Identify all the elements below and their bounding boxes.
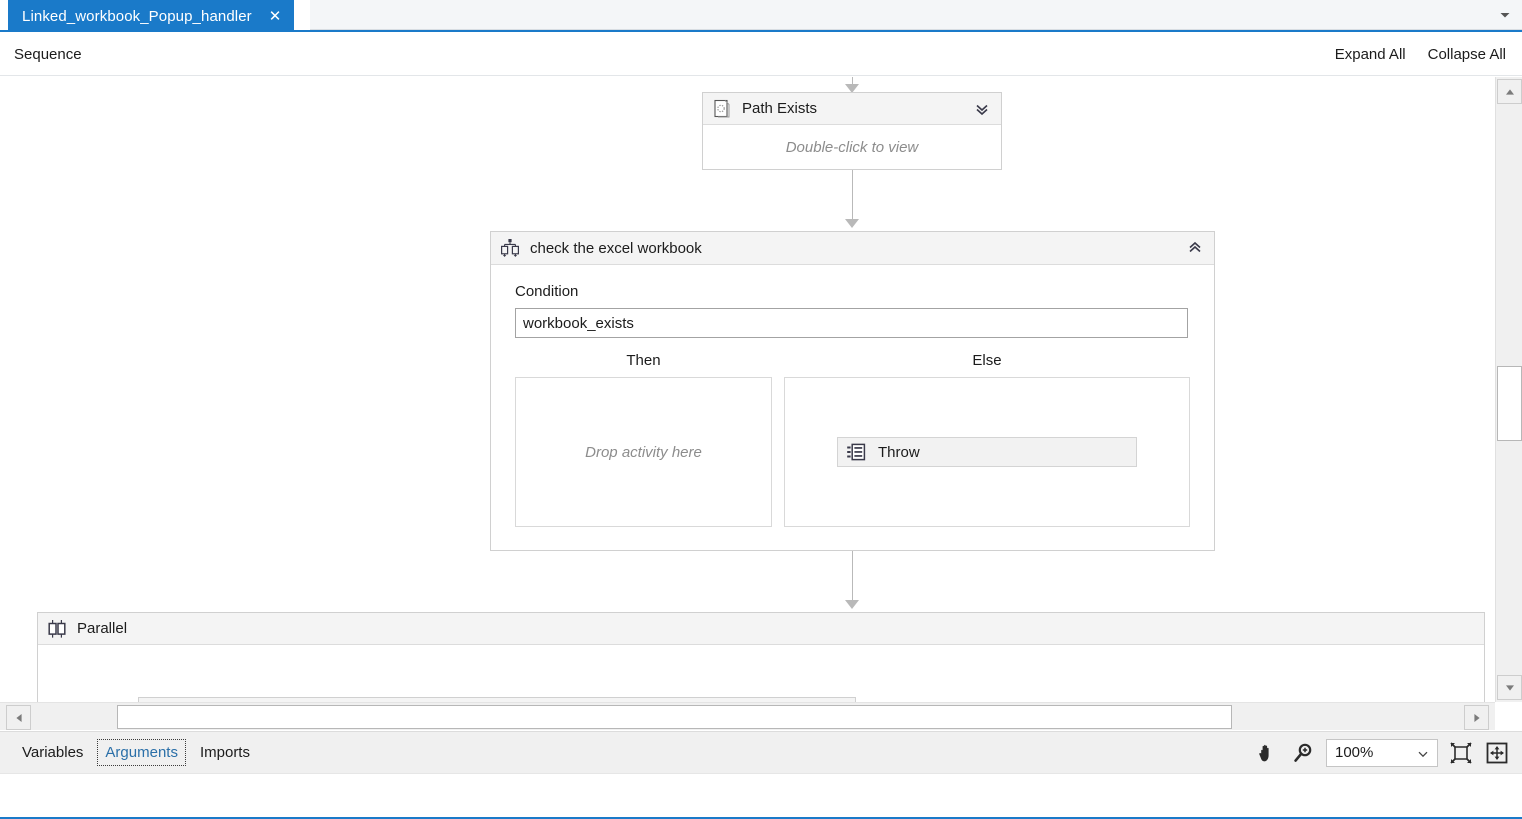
if-activity-title: check the excel workbook (530, 239, 702, 257)
parallel-title: Parallel (77, 620, 128, 637)
breadcrumb[interactable]: Sequence (14, 46, 82, 63)
tab-strip-rail (310, 0, 1522, 30)
zoom-level-select[interactable]: 100% (1326, 738, 1438, 767)
parallel-bars-icon (47, 619, 67, 639)
tab-variables[interactable]: Variables (14, 739, 91, 766)
activity-parallel[interactable]: Parallel Sequence (37, 612, 1485, 702)
tab-linked-workbook-popup-handler[interactable]: Linked_workbook_Popup_handler ✕ (8, 0, 295, 32)
connector-arrow-if (845, 219, 859, 228)
file-document-icon (712, 99, 732, 119)
connector-arrow-parallel (845, 600, 859, 609)
triangle-down-icon (1505, 684, 1514, 691)
then-label: Then (626, 352, 661, 369)
expand-all-button[interactable]: Expand All (1335, 46, 1406, 63)
if-branch-icon (500, 238, 520, 258)
panel-tabs: Variables Arguments Imports (14, 739, 258, 766)
scroll-down-button[interactable] (1497, 675, 1522, 700)
uipath-designer-window: Linked_workbook_Popup_handler ✕ Sequence… (0, 0, 1522, 819)
activity-throw[interactable]: Throw (837, 437, 1137, 467)
path-exists-body[interactable]: Double-click to view (703, 125, 1001, 170)
chevron-down-icon[interactable] (1417, 747, 1429, 759)
breadcrumb-bar: Sequence Expand All Collapse All (0, 34, 1522, 76)
connector-pathexists-to-if (852, 170, 853, 223)
else-branch: Else Throw (784, 352, 1190, 527)
condition-input[interactable] (515, 308, 1188, 338)
else-label: Else (972, 352, 1002, 369)
designer-bottom-bar: Variables Arguments Imports 100% (0, 731, 1522, 773)
else-drop-zone[interactable]: Throw (784, 377, 1190, 527)
if-activity-header[interactable]: check the excel workbook (491, 232, 1214, 265)
activity-path-exists[interactable]: Path Exists Double-click to view (702, 92, 1002, 170)
tab-imports[interactable]: Imports (192, 739, 258, 766)
if-branches: Then Drop activity here Else Throw (515, 352, 1190, 527)
zoom-toolbar: 100% (1254, 738, 1510, 767)
triangle-left-icon (15, 713, 22, 722)
workflow-canvas[interactable]: Path Exists Double-click to view check t… (0, 77, 1495, 702)
magnifier-plus-icon[interactable] (1290, 740, 1316, 766)
scroll-left-button[interactable] (6, 705, 31, 730)
triangle-up-icon (1505, 88, 1514, 95)
footer-strip (0, 773, 1522, 819)
connector-if-to-parallel (852, 551, 853, 604)
path-exists-hint: Double-click to view (785, 139, 919, 156)
then-branch: Then Drop activity here (515, 352, 772, 527)
tab-arguments[interactable]: Arguments (97, 739, 186, 766)
chevron-double-down-icon[interactable] (971, 98, 993, 120)
parallel-header[interactable]: Parallel (38, 613, 1484, 645)
canvas-horizontal-scrollbar[interactable] (0, 702, 1495, 730)
then-drop-hint: Drop activity here (585, 443, 702, 461)
path-exists-header[interactable]: Path Exists (703, 93, 1001, 125)
path-exists-title: Path Exists (742, 100, 818, 117)
scroll-up-button[interactable] (1497, 79, 1522, 104)
horizontal-scroll-thumb[interactable] (117, 705, 1232, 729)
chevron-down-icon[interactable] (1498, 8, 1512, 22)
vertical-scroll-thumb[interactable] (1497, 366, 1522, 441)
then-drop-zone[interactable]: Drop activity here (515, 377, 772, 527)
chevron-double-up-icon[interactable] (1184, 237, 1206, 259)
hand-icon[interactable] (1254, 740, 1280, 766)
overview-pan-icon[interactable] (1484, 740, 1510, 766)
parallel-body: Sequence (38, 645, 1484, 702)
breadcrumb-actions: Expand All Collapse All (1335, 46, 1506, 63)
fit-to-screen-icon[interactable] (1448, 740, 1474, 766)
throw-title: Throw (878, 443, 920, 461)
throw-list-icon (846, 442, 866, 462)
tab-strip: Linked_workbook_Popup_handler ✕ (0, 0, 1522, 32)
zoom-level-value: 100% (1335, 744, 1374, 761)
condition-label: Condition (515, 283, 579, 300)
collapse-all-button[interactable]: Collapse All (1428, 46, 1506, 63)
canvas-vertical-scrollbar[interactable] (1495, 77, 1522, 702)
tab-title: Linked_workbook_Popup_handler (22, 7, 252, 25)
triangle-right-icon (1473, 713, 1480, 722)
close-icon[interactable]: ✕ (266, 7, 285, 26)
activity-if-check-excel-workbook[interactable]: check the excel workbook Condition Then … (490, 231, 1215, 551)
scroll-right-button[interactable] (1464, 705, 1489, 730)
if-activity-body: Condition Then Drop activity here Else (491, 265, 1214, 543)
